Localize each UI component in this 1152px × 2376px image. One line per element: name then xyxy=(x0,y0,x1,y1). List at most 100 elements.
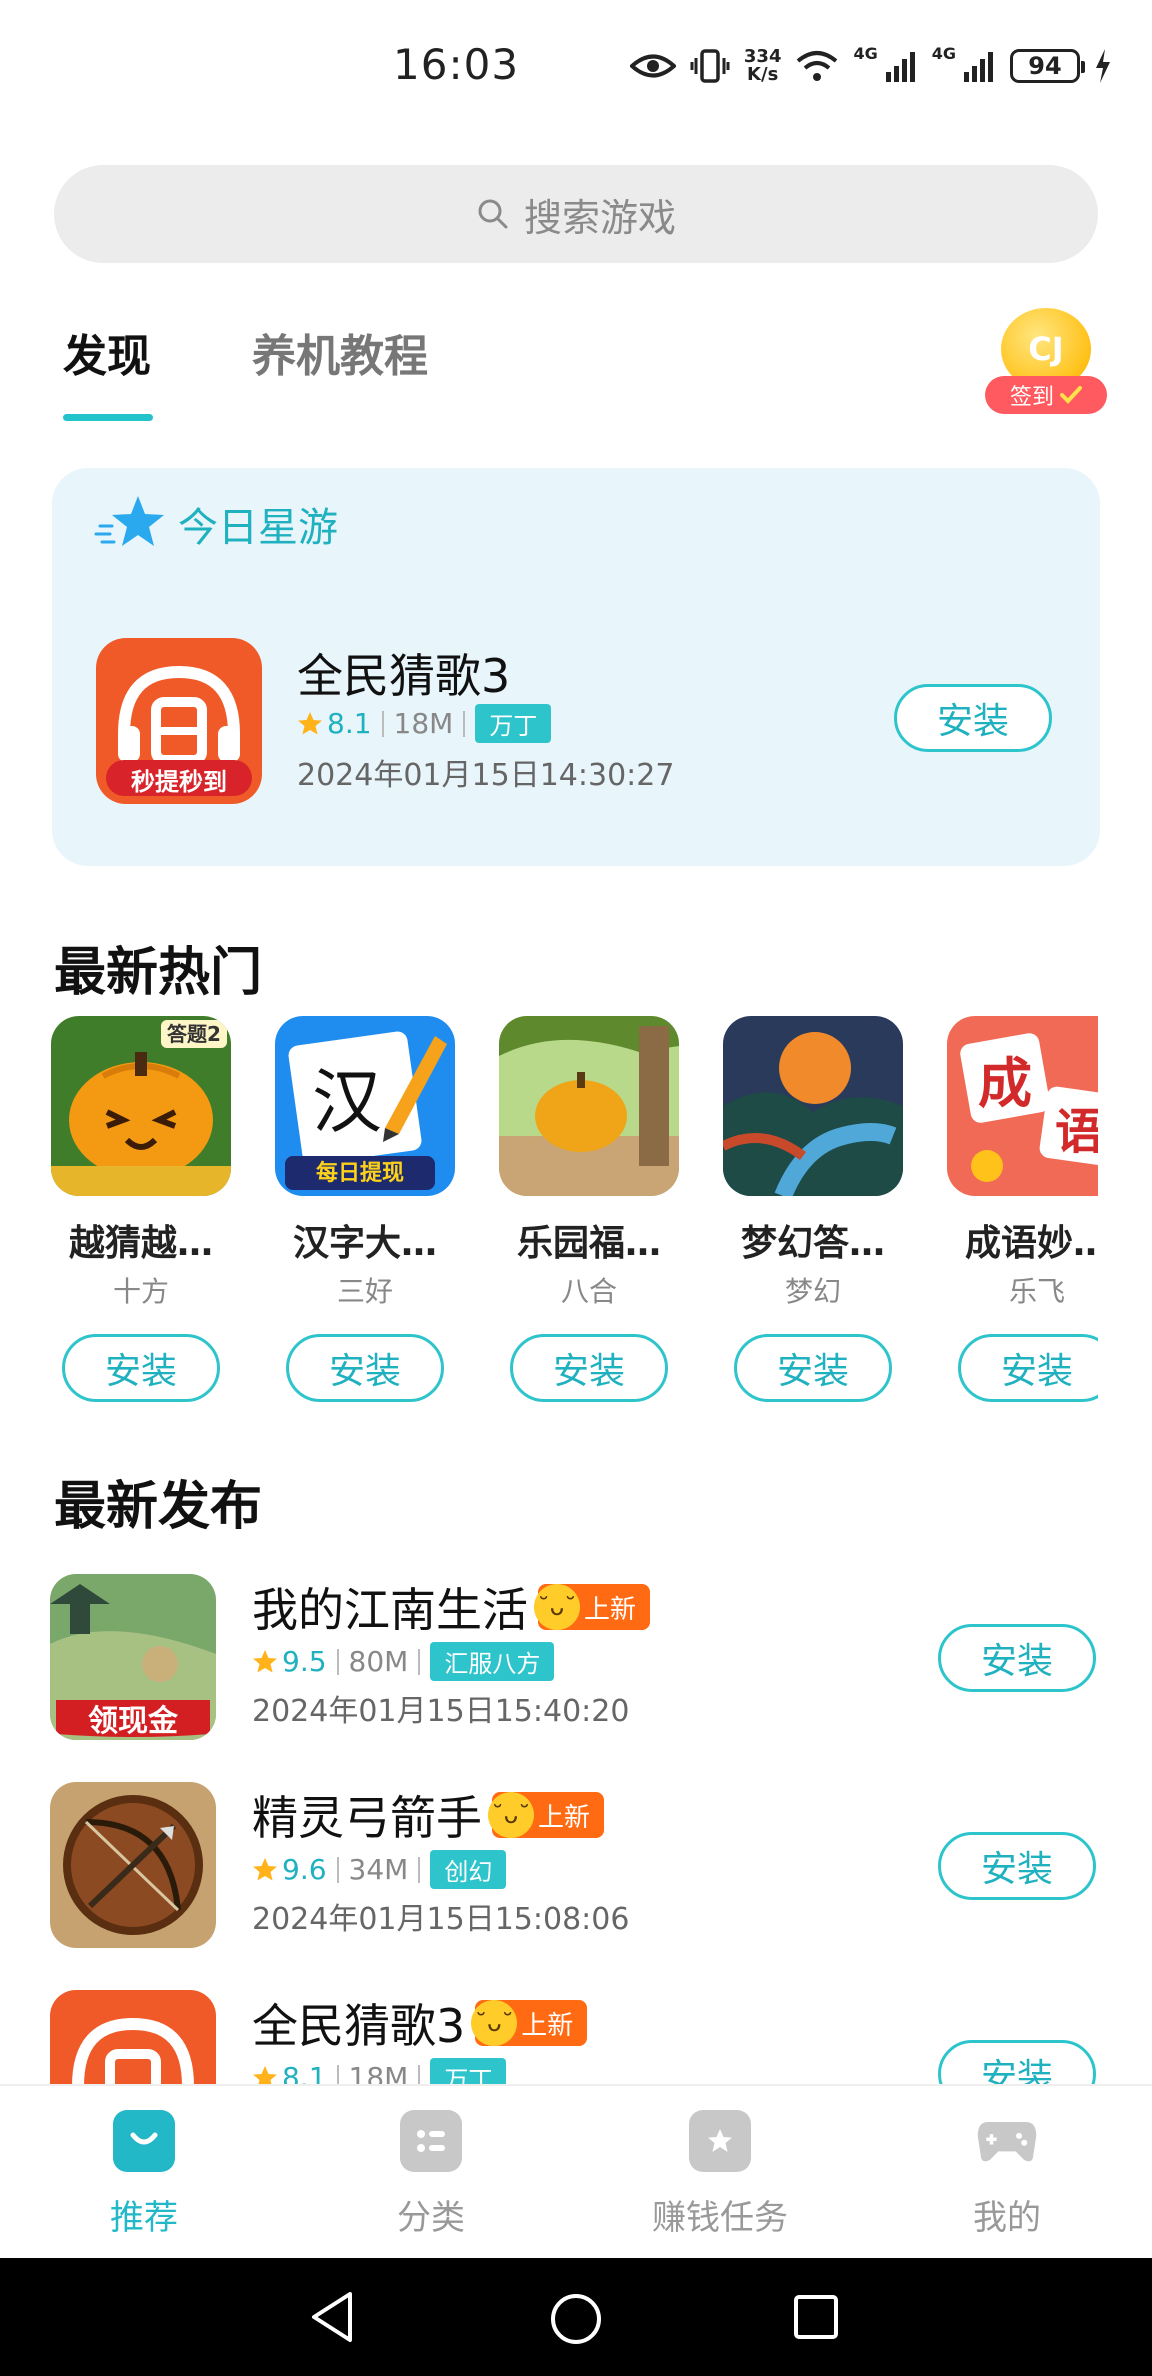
install-button[interactable]: 安装 xyxy=(62,1334,220,1402)
home-icon[interactable] xyxy=(549,2292,603,2346)
app-size: 80M xyxy=(348,1645,409,1678)
nav-label: 赚钱任务 xyxy=(652,2198,788,2238)
nav-label: 推荐 xyxy=(110,2198,178,2238)
search-input[interactable]: 搜索游戏 xyxy=(54,165,1098,263)
hot-game-item[interactable]: 成 语 成语妙… 乐飞 安装 xyxy=(947,1016,1098,1402)
install-button[interactable]: 安装 xyxy=(938,1832,1096,1900)
game-icon-art xyxy=(50,1782,216,1948)
releases-section-title: 最新发布 xyxy=(54,1477,263,1537)
signal-label-1: 4G xyxy=(853,44,878,63)
winking-face-icon: ˘ᴗ˘ xyxy=(488,1792,534,1838)
signal-icon xyxy=(964,52,993,82)
meta-divider xyxy=(336,1856,339,1883)
winking-face-icon: ˘ᴗ˘ xyxy=(534,1584,580,1630)
network-speed-unit: K/s xyxy=(747,64,779,85)
install-button[interactable]: 安装 xyxy=(938,1624,1096,1692)
tab-discover[interactable]: 发现 xyxy=(63,320,151,384)
idiom-game-icon[interactable]: 成 语 xyxy=(947,1016,1098,1196)
battery-level: 94 xyxy=(1028,52,1062,80)
icon-text: 成 xyxy=(978,1052,1032,1115)
developer-tag: 创幻 xyxy=(430,1850,507,1889)
game-icon-art: 成 语 xyxy=(947,1016,1098,1196)
hot-game-item[interactable]: 汉 每日提现 汉字大… 三好 安装 xyxy=(275,1016,455,1402)
release-list-item[interactable]: 精灵弓箭手 ˘ᴗ˘ 上新 9.6 34M 创幻 2024年01月15日15:08… xyxy=(0,1782,1152,1952)
tab-phone-tutorial[interactable]: 养机教程 xyxy=(252,320,428,384)
hot-game-developer: 乐飞 xyxy=(1008,1275,1065,1308)
battery-indicator: 94 xyxy=(1010,49,1085,83)
install-button[interactable]: 安装 xyxy=(734,1334,892,1402)
game-icon-art: 汉 每日提现 xyxy=(275,1016,455,1196)
dream-landscape-game-icon[interactable] xyxy=(723,1016,903,1196)
search-placeholder: 搜索游戏 xyxy=(523,195,676,240)
nav-item-category[interactable]: 分类 xyxy=(331,2110,531,2239)
status-bar: 16:03 334 K/s 4G 4G 94 xyxy=(0,0,1152,135)
rating-star-icon xyxy=(253,1649,277,1672)
hot-game-developer: 十方 xyxy=(112,1275,169,1308)
rating-value: 9.5 xyxy=(282,1645,327,1678)
new-badge: ˘ᴗ˘ 上新 xyxy=(488,1792,605,1838)
pumpkin-garden-game-icon[interactable] xyxy=(499,1016,679,1196)
pumpkin-game-icon[interactable]: 答题2 xyxy=(51,1016,231,1196)
install-button[interactable]: 安装 xyxy=(958,1334,1098,1402)
release-app-name: 精灵弓箭手 xyxy=(252,1791,482,1845)
checkin-label: 签到 xyxy=(1009,385,1054,410)
jiangnan-game-icon[interactable]: 领现金 xyxy=(50,1574,216,1740)
app-rating: 9.5 xyxy=(252,1645,327,1678)
icon-banner: 每日提现 xyxy=(316,1160,404,1186)
signal-label-2: 4G xyxy=(931,44,956,63)
release-app-date: 2024年01月15日15:40:20 xyxy=(252,1694,630,1729)
back-icon[interactable] xyxy=(308,2290,358,2344)
archer-game-icon[interactable] xyxy=(50,1782,216,1948)
install-button[interactable]: 安装 xyxy=(510,1334,668,1402)
icon-banner: 领现金 xyxy=(88,1704,178,1739)
recent-apps-icon[interactable] xyxy=(793,2294,839,2340)
nav-label: 分类 xyxy=(397,2198,465,2238)
hot-game-item[interactable]: 梦幻答… 梦幻 安装 xyxy=(723,1016,903,1402)
featured-title: 今日星游 xyxy=(178,505,338,551)
hot-game-developer: 三好 xyxy=(336,1275,393,1308)
rating-star-icon xyxy=(253,1857,277,1880)
featured-app-meta: 8.1 18M 万丁 xyxy=(297,704,552,743)
gamepad-icon xyxy=(976,2110,1038,2172)
app-size: 18M xyxy=(393,707,454,740)
tab-active-indicator xyxy=(63,414,153,421)
hot-game-name: 梦幻答… xyxy=(740,1223,885,1264)
chinese-character-game-icon[interactable]: 汉 每日提现 xyxy=(275,1016,455,1196)
featured-app-date: 2024年01月15日14:30:27 xyxy=(297,758,675,793)
hot-section-title: 最新热门 xyxy=(54,943,263,1003)
release-name-row: 全民猜歌3 ˘ᴗ˘ 上新 xyxy=(252,1990,588,2056)
nav-item-mine[interactable]: 我的 xyxy=(907,2110,1107,2239)
game-icon-art: 答题2 xyxy=(51,1016,231,1196)
nav-label: 我的 xyxy=(973,2198,1041,2238)
status-icons: 334 K/s 4G 4G 94 xyxy=(629,44,1112,88)
install-button[interactable]: 安装 xyxy=(286,1334,444,1402)
nav-item-earn-tasks[interactable]: 赚钱任务 xyxy=(620,2110,820,2239)
star-icon xyxy=(94,496,164,546)
coin-text: CJ xyxy=(1028,330,1064,368)
meta-divider xyxy=(418,1856,421,1883)
hot-game-developer: 八合 xyxy=(560,1275,617,1308)
system-navigation-bar xyxy=(0,2258,1152,2376)
bottom-navigation: 推荐 分类 赚钱任务 我的 xyxy=(0,2084,1152,2258)
featured-app-icon[interactable]: 秒提秒到 xyxy=(96,638,262,804)
nav-item-recommend[interactable]: 推荐 xyxy=(44,2110,244,2239)
new-badge-label: 上新 xyxy=(521,2010,574,2041)
category-grid-icon xyxy=(400,2110,462,2172)
hot-game-name: 汉字大… xyxy=(292,1223,437,1264)
featured-header: 今日星游 xyxy=(94,492,338,556)
search-icon xyxy=(478,199,508,229)
hot-game-item[interactable]: 乐园福… 八合 安装 xyxy=(499,1016,679,1402)
checkin-button[interactable]: CJ 签到 xyxy=(985,300,1107,418)
release-list-item[interactable]: 领现金 我的江南生活 ˘ᴗ˘ 上新 9.5 80M 汇服八方 2024年01月1… xyxy=(0,1574,1152,1744)
featured-app-name[interactable]: 全民猜歌3 xyxy=(297,640,510,706)
meta-divider xyxy=(463,710,466,737)
install-button[interactable]: 安装 xyxy=(894,684,1052,752)
winking-face-icon: ˘ᴗ˘ xyxy=(471,2000,518,2046)
shopping-bag-icon xyxy=(113,2110,175,2172)
developer-tag: 汇服八方 xyxy=(430,1642,555,1681)
hot-game-item[interactable]: 答题2 越猜越… 十方 安装 xyxy=(51,1016,231,1402)
new-badge-label: 上新 xyxy=(538,1802,591,1833)
game-icon-art xyxy=(723,1016,903,1196)
release-app-meta: 9.6 34M 创幻 xyxy=(252,1850,507,1889)
charging-icon xyxy=(1096,49,1110,83)
